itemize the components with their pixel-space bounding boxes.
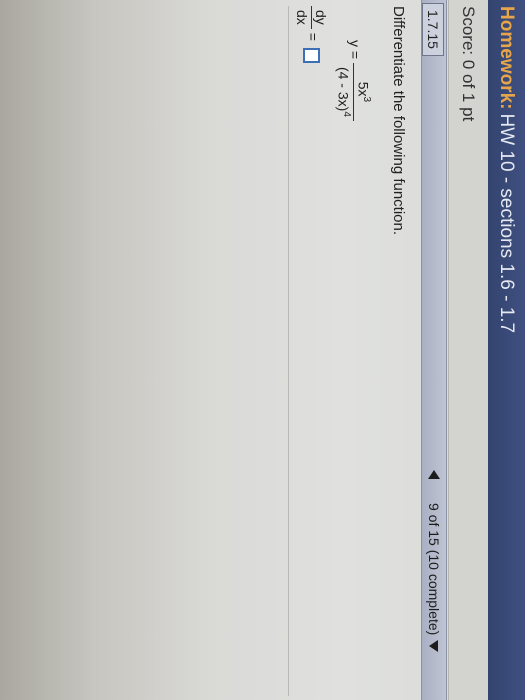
fraction-numerator: 5x3 — [355, 81, 372, 103]
function-equation: y = 5x3 (4 - 3x)4 — [336, 40, 372, 121]
derivative-numerator: dy — [313, 10, 329, 25]
content-divider — [288, 6, 289, 696]
derivative-denominator: dx — [294, 10, 310, 25]
fraction-denominator: (4 - 3x)4 — [335, 66, 353, 117]
derivative-fraction: dy dx — [294, 6, 329, 29]
function-fraction: 5x3 (4 - 3x)4 — [335, 62, 372, 121]
question-navigator: 9 of 15 (10 complete) — [425, 470, 443, 653]
assignment-title: HW 10 - sections 1.6 - 1.7 — [496, 113, 518, 334]
homework-label: Homework: — [496, 6, 518, 110]
question-bar: 1.7.15 9 of 15 (10 complete) — [421, 0, 447, 700]
score-text: Score: 0 of 1 pt — [459, 6, 479, 122]
screen: Homework: HW 10 - sections 1.6 - 1.7 Sco… — [0, 0, 525, 700]
derivative-answer-row: dy dx = — [294, 6, 329, 63]
fraction-bar — [353, 62, 355, 121]
question-number: 1.7.15 — [422, 3, 444, 56]
triangle-down-icon[interactable] — [429, 640, 439, 653]
derivative-fraction-bar — [311, 6, 312, 29]
question-progress[interactable]: 9 of 15 (10 complete) — [426, 503, 442, 635]
score-bar: Score: 0 of 1 pt — [448, 0, 488, 700]
answer-input[interactable] — [303, 47, 320, 63]
question-instruction: Differentiate the following function. — [390, 6, 407, 236]
equation-lhs: y = — [347, 40, 364, 60]
triangle-left-icon[interactable] — [428, 470, 440, 479]
title-bar: Homework: HW 10 - sections 1.6 - 1.7 — [488, 0, 525, 700]
equals-sign: = — [304, 32, 321, 41]
